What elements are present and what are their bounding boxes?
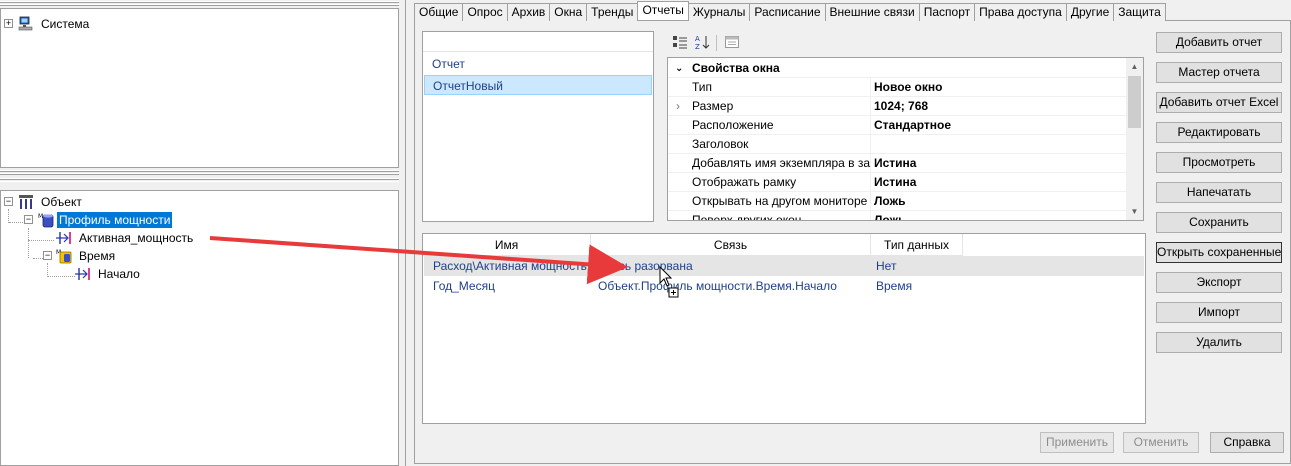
drag-cursor-icon <box>659 266 679 298</box>
tab-reports[interactable]: Отчеты <box>637 1 689 20</box>
drag-arrow-line <box>209 236 628 285</box>
drag-arrow <box>209 236 628 285</box>
